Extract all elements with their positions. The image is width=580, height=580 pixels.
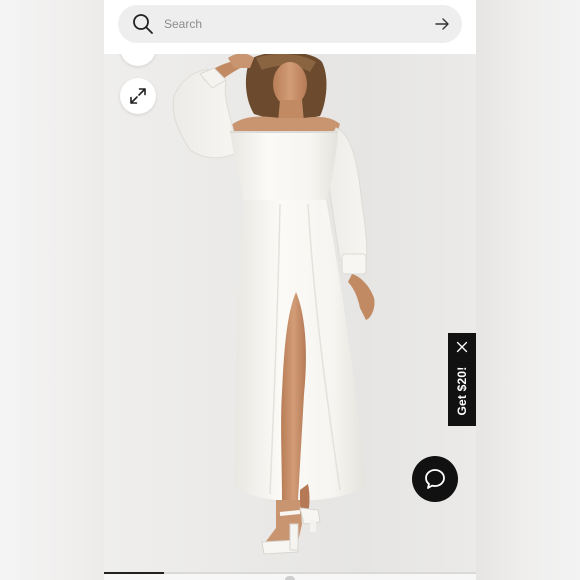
search-bar[interactable] — [118, 5, 462, 43]
chat-button[interactable] — [412, 456, 458, 502]
gallery-progress-track — [104, 572, 476, 574]
left-blurred-margin — [0, 0, 104, 580]
header — [104, 0, 476, 54]
product-viewer: Get $20! — [104, 0, 476, 580]
search-input[interactable] — [164, 5, 404, 43]
chat-bubble-icon — [425, 469, 445, 489]
zoom-button[interactable] — [120, 78, 156, 114]
right-blurred-margin — [476, 0, 580, 580]
expand-icon — [130, 88, 146, 104]
promo-label: Get $20! — [455, 366, 469, 416]
close-icon[interactable] — [456, 341, 468, 353]
arrow-right-icon[interactable] — [434, 16, 450, 32]
gallery-handle — [285, 576, 295, 580]
search-icon — [133, 14, 153, 34]
promo-tab[interactable]: Get $20! — [448, 333, 476, 426]
gallery-progress-fill — [104, 572, 164, 574]
gallery-progress-strip — [104, 572, 476, 580]
